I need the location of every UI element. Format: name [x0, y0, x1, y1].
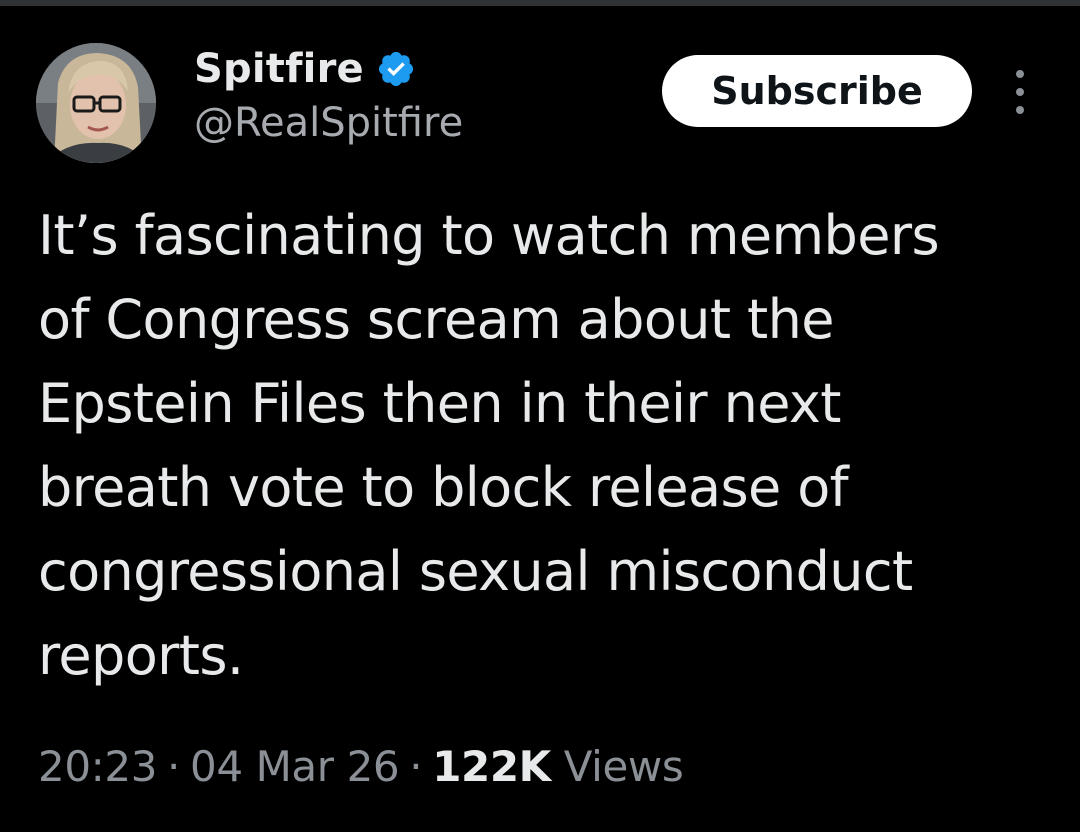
tweet-text: It’s fascinating to watch members of Con… [38, 204, 940, 687]
more-vertical-icon[interactable] [1004, 70, 1036, 114]
author-name-row: Spitfire [194, 42, 463, 96]
tweet-card: Spitfire @RealSpitfire Subscribe It’s fa… [0, 0, 1080, 832]
tweet-date[interactable]: 04 Mar 26 [190, 742, 400, 791]
views-count[interactable]: 122K [432, 742, 551, 791]
author-block: Spitfire @RealSpitfire [194, 42, 463, 146]
meta-separator: · [167, 742, 180, 791]
avatar[interactable] [36, 43, 156, 163]
author-handle[interactable]: @RealSpitfire [194, 100, 463, 146]
verified-badge-icon[interactable] [376, 49, 416, 89]
avatar-image [36, 43, 156, 163]
author-display-name[interactable]: Spitfire [194, 46, 364, 92]
subscribe-button[interactable]: Subscribe [662, 55, 972, 127]
tweet-meta: 20:23 · 04 Mar 26 · 122K Views [38, 742, 684, 791]
meta-separator: · [409, 742, 423, 791]
views-label[interactable]: Views [564, 742, 684, 791]
tweet-time[interactable]: 20:23 [38, 742, 157, 791]
